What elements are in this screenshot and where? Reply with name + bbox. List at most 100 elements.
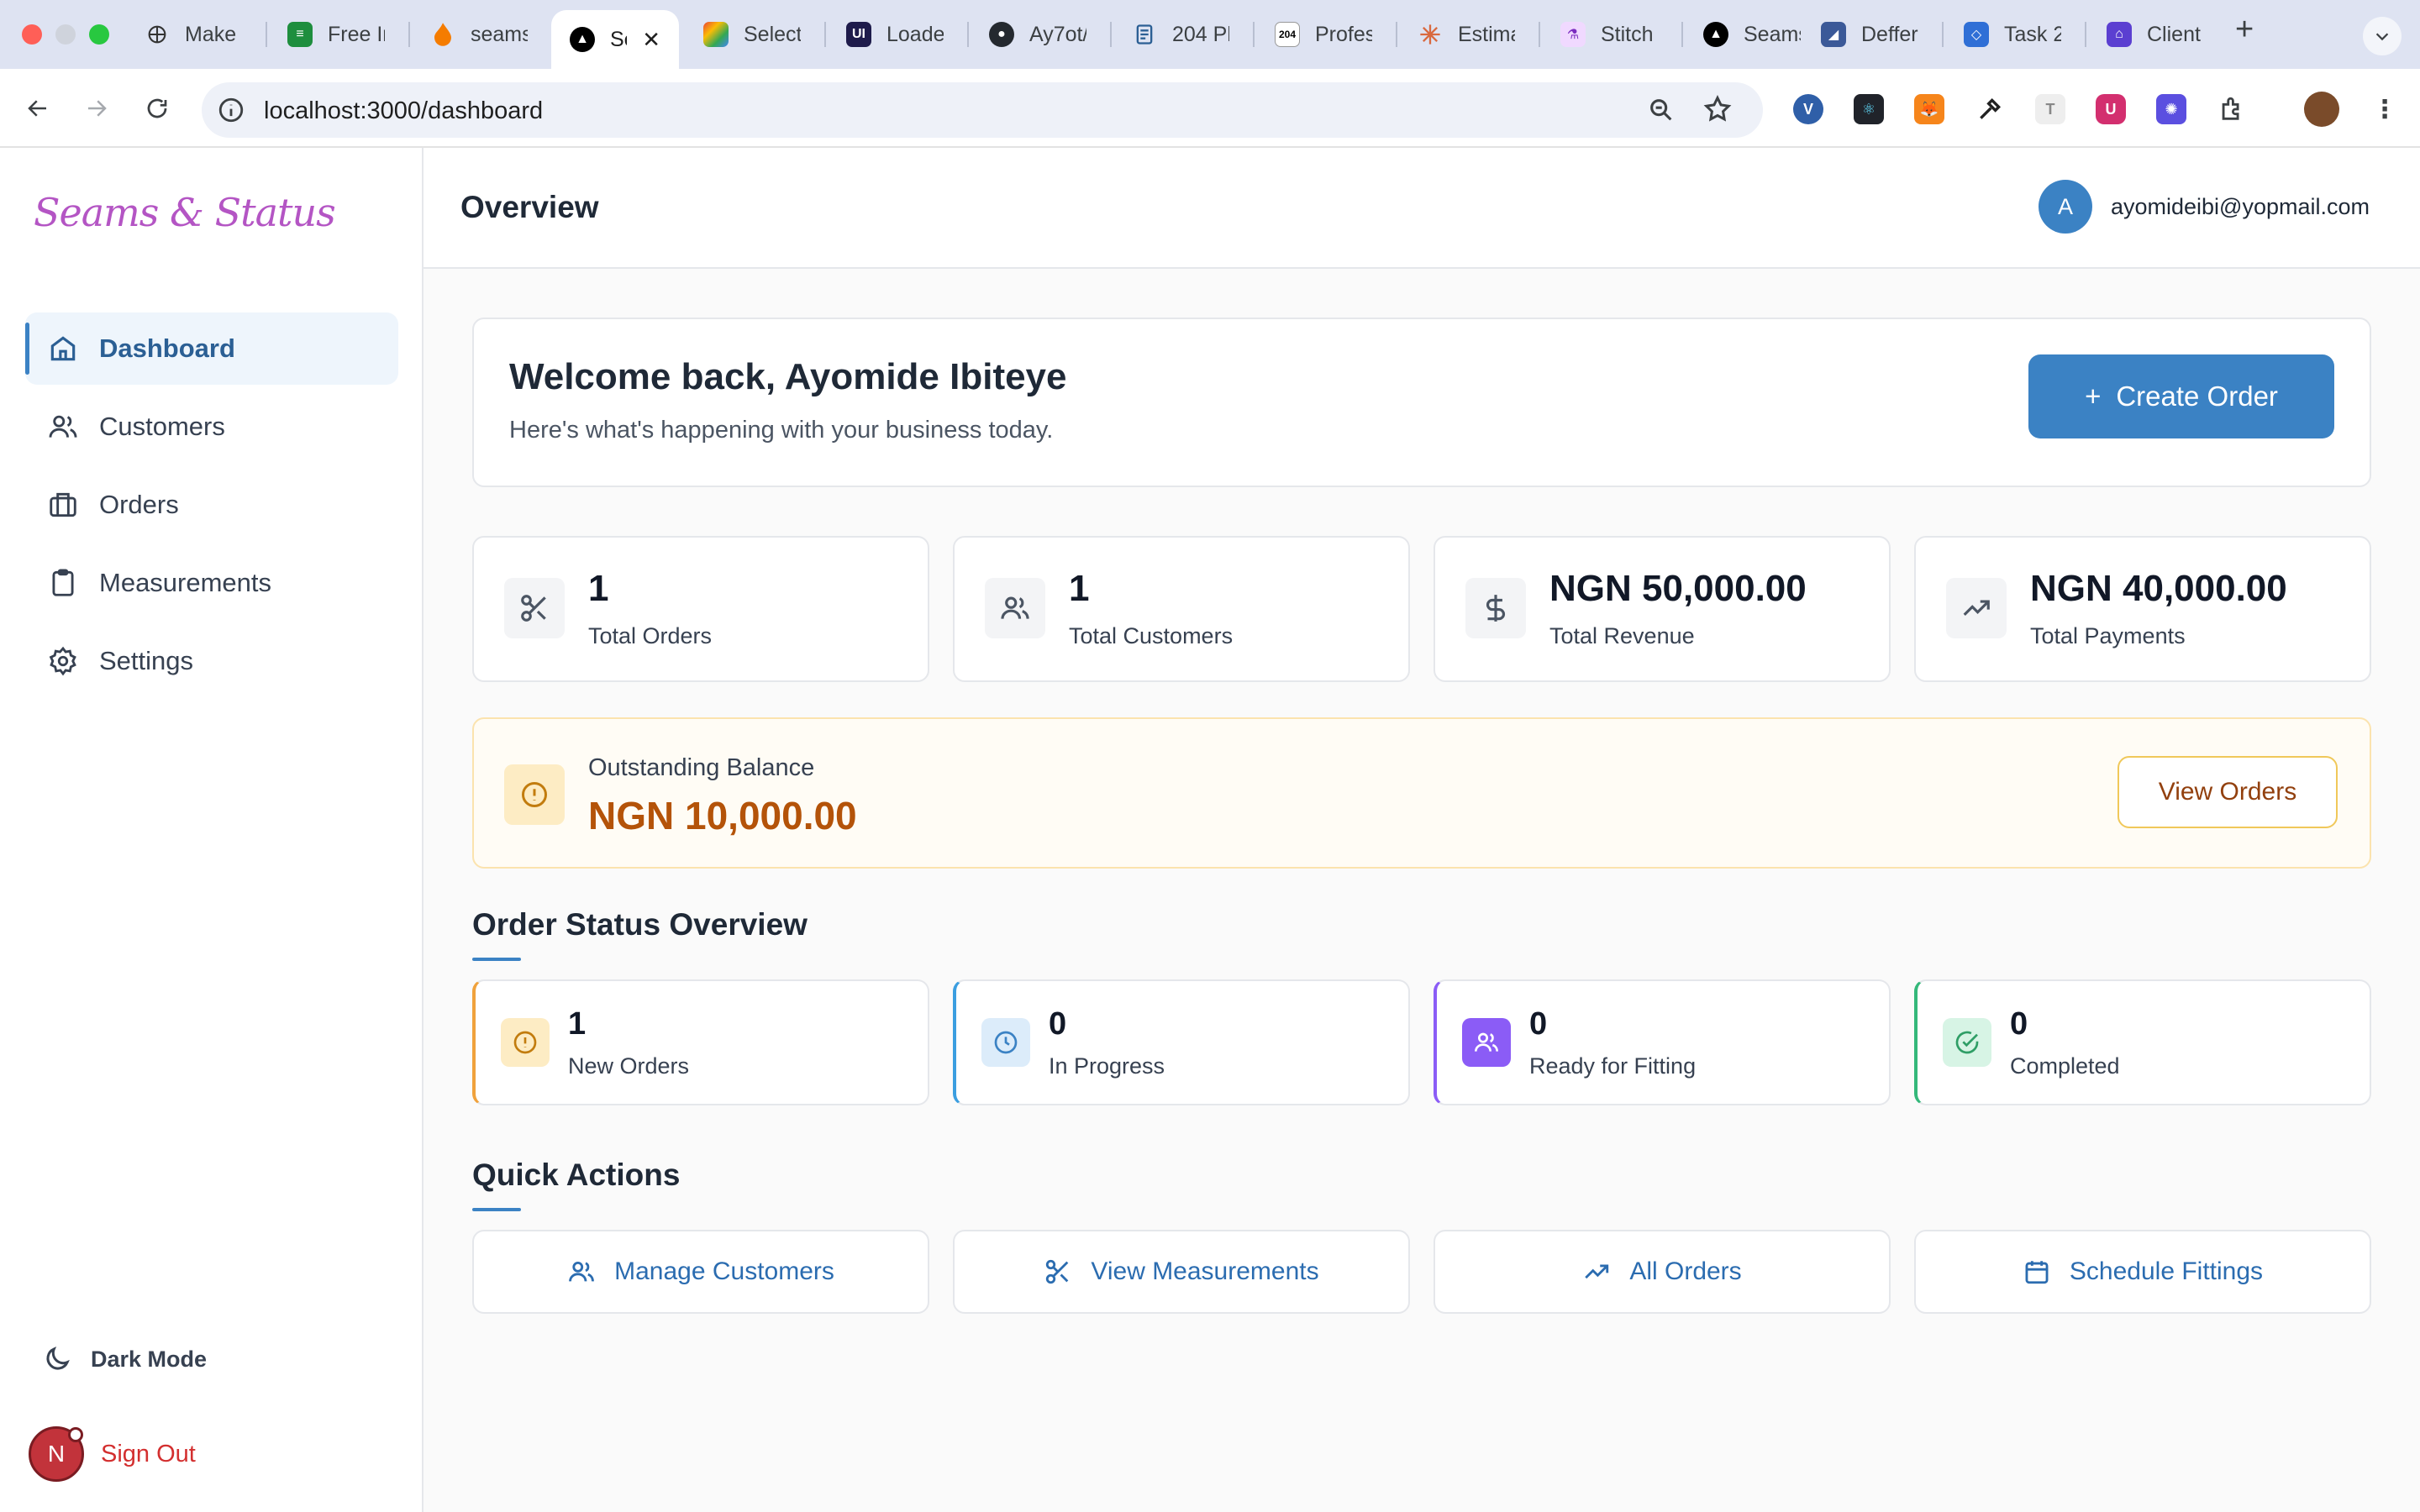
tab-title: Client [2147, 22, 2201, 46]
tab-title: Loade [886, 22, 944, 46]
browser-tab[interactable]: ⌂ Client [2088, 10, 2223, 59]
vue-devtools-icon[interactable]: V [1793, 94, 1823, 124]
browser-tab[interactable]: 204 Pl [1113, 10, 1248, 59]
stat-value: 1 [1069, 568, 1090, 609]
react-devtools-icon[interactable]: ⚛ [1854, 94, 1884, 124]
sidebar-item-customers[interactable]: Customers [25, 391, 398, 463]
forward-button[interactable] [77, 89, 116, 128]
status-label: Completed [2010, 1053, 2120, 1079]
sheets-icon: ≡ [287, 22, 313, 47]
sidebar-item-label: Settings [99, 646, 194, 675]
new-tab-button[interactable]: + [2235, 12, 2254, 48]
sidebar-item-measurements[interactable]: Measurements [25, 547, 398, 619]
address-bar[interactable]: localhost:3000/dashboard [202, 82, 1763, 138]
status-label: In Progress [1049, 1053, 1165, 1079]
site-info-icon[interactable] [217, 96, 245, 124]
user-menu[interactable]: A ayomideibi@yopmail.com [2038, 180, 2370, 234]
browser-tab[interactable]: Select [685, 10, 819, 59]
openai-icon [145, 22, 170, 47]
sidebar-item-dashboard[interactable]: Dashboard [25, 312, 398, 385]
status-label: Ready for Fitting [1529, 1053, 1697, 1079]
stat-label: Total Revenue [1549, 623, 1695, 648]
all-orders-button[interactable]: All Orders [1434, 1230, 1891, 1314]
moon-icon [46, 1347, 70, 1370]
trending-up-icon [1946, 578, 2007, 638]
back-button[interactable] [18, 89, 57, 128]
users-icon [569, 1261, 594, 1282]
close-window-button[interactable] [22, 24, 42, 45]
zoom-icon[interactable] [1647, 96, 1676, 124]
browser-tab[interactable]: ● Ay7ot/ [971, 10, 1105, 59]
welcome-card: Welcome back, Ayomide Ibiteye Here's wha… [472, 318, 2371, 487]
maximize-window-button[interactable] [89, 24, 109, 45]
url-text[interactable]: localhost:3000/dashboard [264, 97, 543, 125]
create-order-button[interactable]: + Create Order [2028, 354, 2334, 438]
sign-out-button[interactable]: N Sign Out [29, 1426, 196, 1482]
extensions-puzzle-icon[interactable] [2217, 94, 2247, 124]
welcome-heading: Welcome back, Ayomide Ibiteye [509, 356, 1067, 397]
bookmark-star-icon[interactable] [1702, 94, 1733, 124]
section-underline [472, 1208, 521, 1211]
minimize-window-button[interactable] [55, 24, 76, 45]
profile-avatar[interactable] [2304, 92, 2339, 127]
ublock-icon[interactable]: U [2096, 94, 2126, 124]
status-card-new-orders[interactable]: 1 New Orders [472, 979, 929, 1105]
browser-toolbar: localhost:3000/dashboard V ⚛ 🦊 T U ✺ ⋮ [0, 69, 2420, 148]
browser-tab[interactable]: Estima [1399, 10, 1534, 59]
metamask-icon[interactable]: 🦊 [1914, 94, 1944, 124]
vercel-icon: ▲ [570, 27, 595, 52]
status-label: New Orders [568, 1053, 690, 1079]
clock-icon [981, 1018, 1030, 1067]
sidebar-item-settings[interactable]: Settings [25, 625, 398, 697]
status-value: 0 [2010, 1006, 2028, 1042]
sign-out-label: Sign Out [101, 1440, 196, 1467]
stat-value: NGN 40,000.00 [2030, 568, 2287, 609]
tab-title: Make a [185, 22, 242, 46]
calendar-icon [2025, 1261, 2049, 1284]
stat-card-total-customers: 1 Total Customers [953, 536, 1410, 682]
browser-tab-active[interactable]: ▲ Se ✕ [551, 10, 679, 69]
tab-title: Seams [1744, 22, 1801, 46]
sidebar-item-label: Orders [99, 490, 179, 519]
status-card-in-progress[interactable]: 0 In Progress [953, 979, 1410, 1105]
arrow-right-icon [88, 100, 107, 117]
browser-tab[interactable]: Make a [126, 10, 260, 59]
sparkle-extension-icon[interactable]: ✺ [2156, 94, 2186, 124]
view-measurements-button[interactable]: View Measurements [953, 1230, 1410, 1314]
sidebar: Seams & Status Dashboard Customers Order… [0, 148, 424, 1512]
tab-search-button[interactable] [2363, 17, 2402, 55]
browser-tab[interactable]: ≡ Free Ir [269, 10, 403, 59]
eyedropper-icon[interactable] [1975, 94, 2005, 124]
google-apps-icon [703, 22, 729, 47]
stat-card-total-orders: 1 Total Orders [472, 536, 929, 682]
tab-title: Ay7ot/ [1029, 22, 1086, 46]
status-card-ready-for-fitting[interactable]: 0 Ready for Fitting [1434, 979, 1891, 1105]
user-avatar: N [29, 1426, 84, 1482]
app-logo[interactable]: Seams & Status [34, 190, 336, 235]
browser-tab[interactable]: seams [412, 10, 546, 59]
reload-icon [147, 98, 167, 118]
browser-tab[interactable]: ◇ Task 2 [1945, 10, 2080, 59]
browser-tab[interactable]: UI Loade [828, 10, 962, 59]
browser-tab[interactable]: ▲ Seams [1685, 10, 1819, 59]
tab-title: Task 2 [2004, 22, 2061, 46]
deferred-icon: ◢ [1821, 22, 1846, 47]
close-tab-icon[interactable]: ✕ [642, 27, 660, 53]
ui-icon: UI [846, 22, 871, 47]
browser-tab[interactable]: ⚗ Stitch [1542, 10, 1676, 59]
dark-mode-toggle[interactable]: Dark Mode [42, 1344, 207, 1374]
user-email: ayomideibi@yopmail.com [2110, 193, 2370, 219]
kebab-menu-icon[interactable]: ⋮ [2370, 94, 2400, 124]
manage-customers-button[interactable]: Manage Customers [472, 1230, 929, 1314]
quick-action-label: Manage Customers [614, 1257, 834, 1285]
sidebar-item-orders[interactable]: Orders [25, 469, 398, 541]
schedule-fittings-button[interactable]: Schedule Fittings [1914, 1230, 2371, 1314]
browser-tab[interactable]: 204 Profes [1256, 10, 1391, 59]
view-orders-button[interactable]: View Orders [2118, 756, 2338, 828]
browser-tab[interactable]: ◢ Deffer [1802, 10, 1937, 59]
quick-action-label: Schedule Fittings [2069, 1257, 2264, 1285]
text-extension-icon[interactable]: T [2035, 94, 2065, 124]
reload-button[interactable] [138, 89, 176, 128]
status-card-completed[interactable]: 0 Completed [1914, 979, 2371, 1105]
number-204-icon: 204 [1275, 22, 1300, 47]
